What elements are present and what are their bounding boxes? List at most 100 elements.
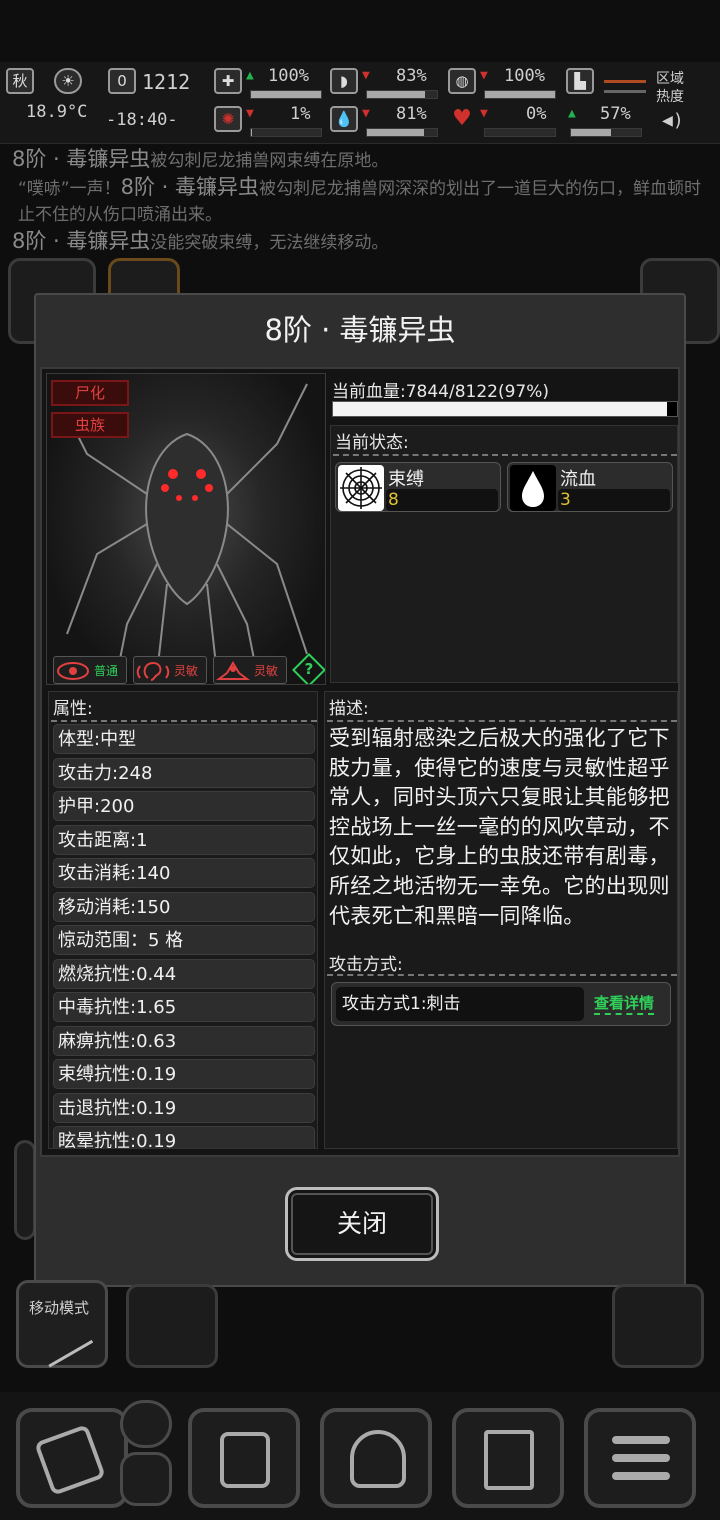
temperature-readout: 18.9°C	[26, 102, 88, 122]
move-mode-button[interactable]: 移动模式	[16, 1280, 108, 1368]
attribute-row: 中毒抗性:1.65	[53, 992, 315, 1022]
move-mode-label: 移动模式	[29, 1299, 90, 1317]
trend-down-icon: ▼	[480, 106, 488, 121]
log-line: 8阶 · 毒镰异虫被勾刺尼龙捕兽网束缚在原地。	[12, 146, 712, 174]
status-bar: 秋 ☀ 18.9°C 0 1212 -18:40- ✚ ▲ 100% ◗ ▼ 8…	[0, 62, 720, 144]
tool-slot-button[interactable]	[120, 1452, 172, 1506]
trend-up-icon: ▲	[246, 68, 254, 83]
trait-sense[interactable]: 灵敏	[213, 656, 287, 684]
trend-down-icon: ▼	[480, 68, 488, 83]
stat-bar	[366, 90, 438, 99]
log-line: “噗哧”一声！8阶 · 毒镰异虫被勾刺尼龙捕兽网深深的划出了一道巨大的伤口，鲜血…	[18, 174, 712, 228]
stat-value: 100%	[268, 66, 309, 86]
brain-icon: ✺	[214, 106, 242, 132]
stat-value: 1%	[290, 104, 311, 124]
trend-down-icon: ▼	[246, 106, 254, 121]
trend-up-icon: ▲	[568, 106, 576, 121]
log-text: 没能突破束缚，无法继续移动。	[150, 233, 389, 253]
note-button[interactable]	[120, 1400, 172, 1448]
speaker-icon[interactable]: ◀)	[662, 110, 684, 131]
stat-value: 83%	[396, 66, 427, 86]
status-bleeding[interactable]: 流血 3	[507, 462, 673, 512]
log-monster-name: 8阶 · 毒镰异虫	[12, 229, 151, 253]
attribute-heading: 属性:	[53, 699, 93, 719]
ear-icon	[136, 661, 170, 681]
attack-heading: 攻击方式:	[329, 955, 403, 975]
stat-bar	[484, 128, 556, 137]
trend-down-icon: ▼	[362, 106, 370, 121]
attribute-row: 攻击力:248	[53, 757, 315, 788]
stat-value: 81%	[396, 104, 427, 124]
stat-bar-fill	[367, 91, 426, 98]
heart-icon: ♥	[452, 106, 472, 131]
craft-button[interactable]	[16, 1408, 128, 1508]
attack-entry: 攻击方式1:刺击 查看详情	[331, 982, 671, 1026]
attribute-row: 束缚抗性:0.19	[53, 1059, 315, 1089]
attribute-panel: 属性: 体型:中型 攻击力:248 护甲:200 攻击距离:1 攻击消耗:140…	[48, 691, 318, 1149]
status-name: 束缚	[388, 469, 424, 490]
monster-info-dialog: 8阶 · 毒镰异虫 尸化 虫族 普通 灵敏 灵敏 ? 当前血量:7844/812…	[34, 293, 686, 1287]
status-value: 8	[386, 489, 498, 511]
stat-bar	[250, 128, 322, 137]
divider	[51, 720, 317, 722]
dialog-title: 8阶 · 毒镰异虫	[264, 313, 456, 347]
leg-status-line	[604, 80, 646, 83]
menu-icon	[612, 1436, 670, 1444]
stat-bar-fill	[571, 129, 611, 136]
attribute-row: 眩晕抗性:0.19	[53, 1126, 315, 1148]
clock-readout: -18:40-	[106, 110, 178, 130]
stat-bar-fill	[251, 91, 321, 98]
log-line: 8阶 · 毒镰异虫没能突破束缚，无法继续移动。	[12, 228, 712, 256]
clock-top: 1212	[142, 70, 191, 94]
log-text: 被勾刺尼龙捕兽网束缚在原地。	[150, 151, 389, 171]
stat-value: 100%	[504, 66, 545, 86]
blood-drop-icon	[510, 465, 556, 511]
view-details-link[interactable]: 查看详情	[594, 992, 655, 1015]
stat-bar-fill	[367, 129, 424, 136]
notebook-icon	[484, 1430, 534, 1490]
eye-icon	[57, 662, 89, 680]
stat-bar-fill	[485, 91, 555, 98]
leg-icon: ▙	[566, 68, 594, 94]
region-heat-label: 区域热度	[656, 71, 684, 105]
day-counter: 0	[108, 68, 136, 94]
attribute-row: 体型:中型	[53, 724, 315, 754]
attribute-row: 燃烧抗性:0.44	[53, 958, 315, 989]
monster-portrait: 尸化 虫族 普通 灵敏 灵敏 ?	[46, 373, 326, 685]
menu-button[interactable]	[584, 1408, 696, 1508]
stat-bar-fill	[251, 129, 252, 136]
attribute-row: 护甲:200	[53, 791, 315, 821]
skills-button[interactable]	[320, 1408, 432, 1508]
hp-label: 当前血量:7844/8122(97%)	[332, 382, 550, 402]
hand-icon	[34, 1424, 106, 1496]
tag-insect: 虫族	[51, 412, 129, 438]
help-glyph: ?	[304, 660, 314, 678]
log-monster-name: 8阶 · 毒镰异虫	[120, 175, 260, 199]
attribute-row: 惊动范围：5 格	[53, 925, 315, 955]
journal-button[interactable]	[452, 1408, 564, 1508]
combat-stance-icon[interactable]	[612, 1284, 704, 1368]
status-bound[interactable]: 束缚 8	[335, 462, 501, 512]
log-monster-name: 8阶 · 毒镰异虫	[12, 147, 151, 171]
stat-value: 0%	[526, 104, 547, 124]
attribute-row: 移动消耗:150	[53, 891, 315, 922]
web-icon	[338, 465, 384, 511]
attribute-row: 麻痹抗性:0.63	[53, 1025, 315, 1056]
stat-bar	[366, 128, 438, 137]
medkit-icon: ✚	[214, 68, 242, 94]
status-heading: 当前状态:	[335, 433, 409, 453]
tag-zombified: 尸化	[51, 380, 129, 406]
trait-vision[interactable]: 普通	[53, 656, 127, 684]
brain-profile-icon	[350, 1430, 406, 1488]
trait-hearing[interactable]: 灵敏	[133, 656, 207, 684]
close-button[interactable]: 关闭	[285, 1187, 439, 1261]
description-text: 受到辐射感染之后极大的强化了它下肢力量，使得它的速度与灵敏性超乎常人，同时头顶六…	[329, 726, 670, 928]
status-name: 流血	[560, 469, 596, 490]
shoe-icon	[34, 1316, 94, 1368]
stat-bar	[570, 128, 642, 137]
walk-icon[interactable]	[126, 1284, 218, 1368]
inventory-button[interactable]	[188, 1408, 300, 1508]
trait-label: 灵敏	[174, 664, 199, 678]
season-badge: 秋	[6, 68, 34, 94]
sense-icon	[216, 661, 250, 680]
